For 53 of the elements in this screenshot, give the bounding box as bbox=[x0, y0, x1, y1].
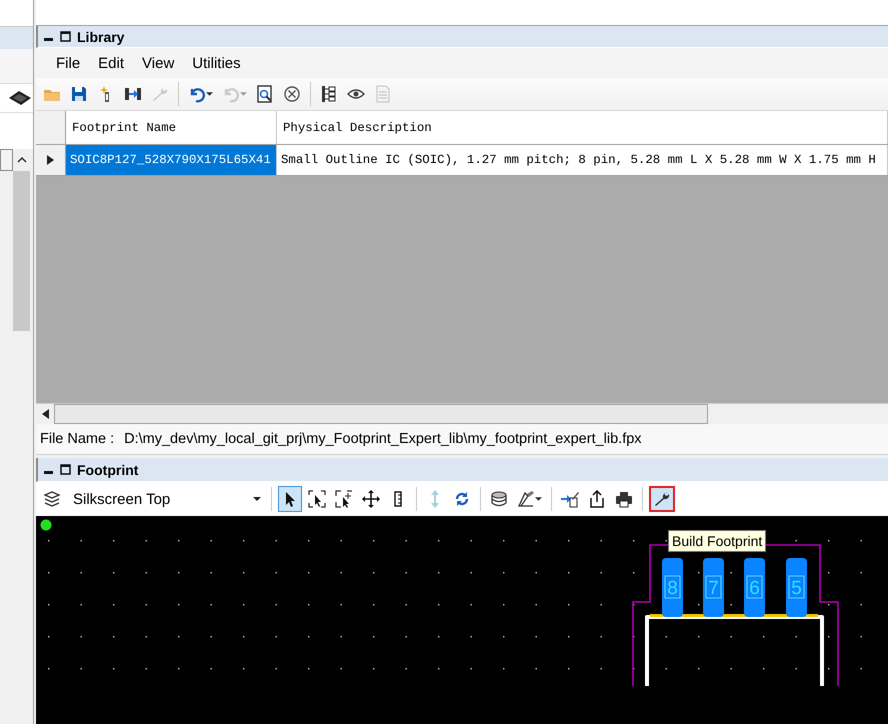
print-icon bbox=[615, 490, 633, 508]
layer-stack-icon bbox=[490, 490, 508, 508]
layers-icon[interactable] bbox=[43, 490, 61, 508]
pen-icon bbox=[517, 490, 535, 508]
cancel-icon bbox=[283, 85, 301, 103]
export-icon bbox=[588, 490, 606, 508]
refresh-icon bbox=[453, 490, 471, 508]
zoom-icon bbox=[256, 85, 274, 103]
menu-item[interactable]: Edit bbox=[92, 54, 136, 72]
table-cell: SOIC8P127_528X790X175L65X41 bbox=[66, 145, 277, 175]
panel-title: Library bbox=[77, 28, 124, 44]
column-header[interactable]: Physical Description bbox=[277, 111, 888, 144]
toolbar-button[interactable] bbox=[649, 486, 675, 512]
zoom-area-icon bbox=[335, 490, 353, 508]
panel-title: Footprint bbox=[77, 462, 138, 478]
table-cell: Small Outline IC (SOIC), 1.27 mm pitch; 8 pin, 5.28 mm L X 5.28 mm W X 1.75 mm H bbox=[277, 145, 888, 175]
menu-item[interactable]: File bbox=[50, 54, 92, 72]
caret-icon bbox=[206, 92, 213, 96]
caret-icon bbox=[253, 496, 261, 502]
top-bar bbox=[0, 0, 33, 27]
import-icon bbox=[124, 85, 142, 103]
zoom-fit-icon bbox=[308, 490, 326, 508]
pad: 6 bbox=[744, 558, 765, 617]
document-icon bbox=[374, 85, 392, 103]
scrollbar-thumb[interactable] bbox=[54, 404, 708, 424]
column-header[interactable]: Footprint Name bbox=[66, 111, 277, 144]
tree-icon bbox=[320, 85, 338, 103]
wrench-icon bbox=[151, 85, 169, 103]
move-icon bbox=[362, 490, 380, 508]
file-path: D:\my_dev\my_local_git_prj\my_Footprint_Expert_lib\my_footprint_expert_lib.fpx bbox=[124, 431, 642, 447]
caret-icon bbox=[535, 497, 542, 501]
maximize-icon[interactable] bbox=[60, 464, 71, 475]
menu-item[interactable]: View bbox=[136, 54, 186, 72]
wrench-icon bbox=[653, 490, 671, 508]
undo-icon bbox=[188, 85, 206, 103]
scroll-left-icon[interactable] bbox=[42, 409, 48, 419]
menu-item[interactable]: Utilities bbox=[186, 54, 253, 72]
panel-title-bar bbox=[0, 27, 33, 49]
redo-icon bbox=[222, 85, 240, 103]
tooltip: Build Footprint bbox=[668, 530, 766, 552]
maximize-icon[interactable] bbox=[60, 31, 71, 42]
pad: 8 bbox=[662, 558, 683, 617]
pad: 5 bbox=[786, 558, 807, 617]
toolbar-button[interactable] bbox=[278, 486, 302, 512]
save-icon bbox=[70, 85, 88, 103]
pad: 7 bbox=[703, 558, 724, 617]
import-edit-icon bbox=[561, 490, 579, 508]
caret-icon bbox=[240, 92, 247, 96]
file-name-label: File Name : bbox=[40, 431, 114, 447]
chip-icon[interactable] bbox=[7, 90, 33, 106]
scroll-up-icon[interactable] bbox=[16, 156, 26, 164]
scrollbar-thumb[interactable] bbox=[13, 171, 30, 331]
origin-marker bbox=[40, 520, 52, 530]
